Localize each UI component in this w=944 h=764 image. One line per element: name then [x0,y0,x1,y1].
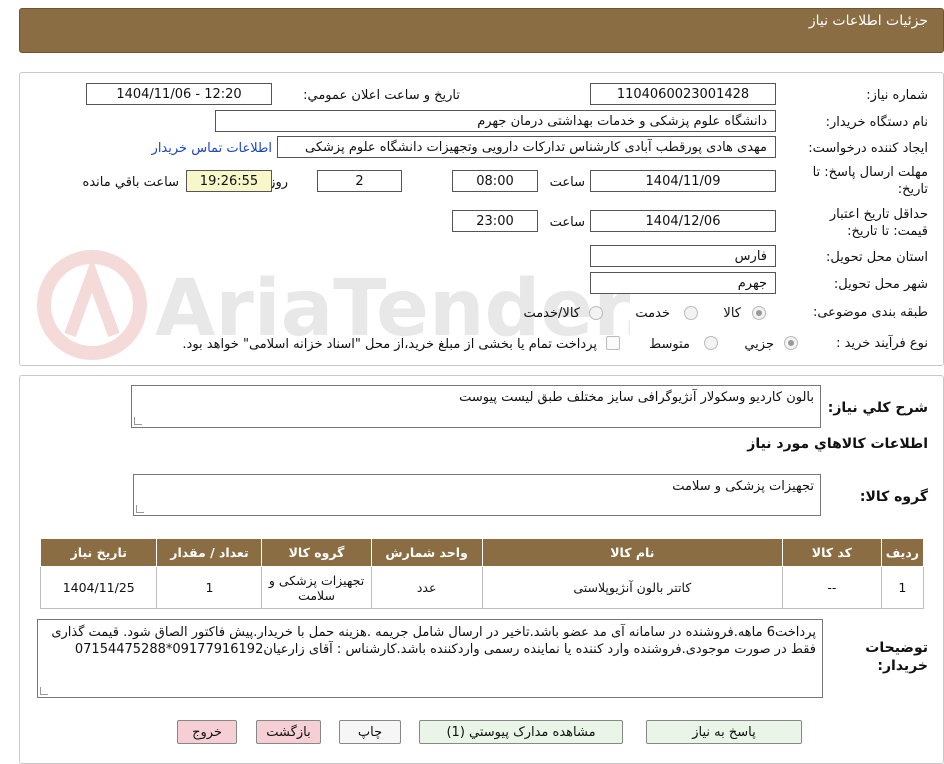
requester-field: مهدی هادی پورقطب آبادی کارشناس تدارکات د… [277,136,776,158]
col-need-date: تاریخ نیاز [39,538,158,567]
process-option-medium: متوسط [649,337,690,352]
goods-table: رديف کد کالا نام کالا واحد شمارش گروه کا… [39,538,925,609]
resize-grip-icon[interactable] [40,687,48,695]
buyer-notes-text: پرداخت6 ماهه.فروشنده در سامانه آی مد عضو… [51,625,816,657]
deadline-time-label: ساعت [549,175,585,190]
process-radio-medium[interactable] [704,336,718,350]
col-unit: واحد شمارش [370,538,483,567]
city-label: شهر محل تحویل: [833,277,928,292]
reply-to-need-button[interactable]: پاسخ به نياز [646,720,802,744]
remaining-label: ساعت باقي مانده [82,175,179,190]
process-radio-minor[interactable] [784,336,798,350]
cell-row-number: 1 [880,566,925,609]
category-radio-goods[interactable] [752,306,766,320]
exit-button[interactable]: خروج [177,720,237,744]
deadline-time-field: 08:00 [452,170,538,192]
process-label: نوع فرآیند خرید : [836,336,928,351]
remaining-time-field: 19:26:55 [186,170,272,192]
validity-time-field: 23:00 [452,210,538,232]
buyer-notes-label-line1: توضیحات [865,640,928,656]
summary-label: شرح کلي نياز: [827,400,928,416]
days-field: 2 [317,170,402,192]
province-label: استان محل تحویل: [826,250,928,265]
deadline-date-field: 1404/11/09 [590,170,776,192]
back-button[interactable]: بازگشت [256,720,321,744]
col-item-name: نام کالا [481,538,783,567]
category-option-service: خدمت [635,306,670,321]
validity-time-label: ساعت [549,215,585,230]
category-radio-goods-service[interactable] [589,306,603,320]
resize-grip-icon[interactable] [134,417,142,425]
cell-item-code: -- [781,566,882,609]
validity-date-field: 1404/12/06 [590,210,776,232]
buyer-contact-link[interactable]: اطلاعات تماس خریدار [152,141,272,157]
table-row: 1 -- کاتتر بالون آنژیوپلاستی عدد تجهیزات… [39,566,925,609]
page-title: جزئیات اطلاعات نیاز [808,13,928,29]
category-option-goods: کالا [723,306,741,321]
province-field: فارس [590,245,776,267]
goods-group-label: گروه کالا: [859,489,928,505]
goods-table-header: رديف کد کالا نام کالا واحد شمارش گروه کا… [39,538,925,567]
buyer-notes-textarea[interactable]: پرداخت6 ماهه.فروشنده در سامانه آی مد عضو… [37,619,823,698]
col-item-code: کد کالا [781,538,882,567]
requester-label: ایجاد کننده درخواست: [808,141,928,156]
summary-text: بالون کاردیو وسکولار آنژیوگرافی سایز مخت… [459,390,814,405]
cell-need-date: 1404/11/25 [39,566,158,609]
cell-unit: عدد [370,566,483,609]
print-button[interactable]: چاپ [339,720,401,744]
goods-group-textarea[interactable]: تجهیزات پزشکی و سلامت [133,474,821,516]
cell-item-group: تجهیزات پزشکی و سلامت [261,566,372,609]
announce-field: 1404/11/06 - 12:20 [86,83,272,105]
col-row-number: رديف [880,538,925,567]
cell-quantity: 1 [156,566,263,609]
treasury-payment-checkbox[interactable] [606,336,620,350]
view-attachments-button[interactable]: مشاهده مدارک پيوستي (1) [419,720,623,744]
col-quantity: تعداد / مقدار [156,538,263,567]
col-item-group: گروه کالا [261,538,372,567]
summary-textarea[interactable]: بالون کاردیو وسکولار آنژیوگرافی سایز مخت… [131,385,821,428]
category-label: طبقه بندی موضوعی: [812,305,928,320]
goods-group-text: تجهیزات پزشکی و سلامت [672,479,814,494]
treasury-payment-note: پرداخت تمام یا بخشی از مبلغ خرید،از محل … [182,337,597,352]
buyer-label: نام دستگاه خريدار: [825,115,928,130]
validity-label-line2: قیمت: تا تاریخ: [847,224,928,239]
page-header [19,8,944,53]
validity-label-line1: حداقل تاريخ اعتبار [829,207,928,222]
resize-grip-icon[interactable] [136,505,144,513]
goods-section-title: اطلاعات کالاهاي مورد نياز [747,436,928,452]
buyer-field: دانشگاه علوم پزشکی و خدمات بهداشتی درمان… [215,110,776,132]
need-number-label: شماره نیاز: [866,88,928,103]
cell-item-name: کاتتر بالون آنژیوپلاستی [481,566,783,609]
buyer-notes-label-line2: خریدار: [877,658,928,674]
announce-label: تاریخ و ساعت اعلان عمومي: [303,88,460,103]
need-number-field: 1104060023001428 [590,83,776,105]
process-option-minor: جزیي [744,337,774,352]
city-field: جهرم [590,272,776,294]
deadline-label-line2: تاریخ: [897,182,928,197]
category-option-goods-service: کالا/خدمت [523,306,580,321]
category-radio-service[interactable] [684,306,698,320]
deadline-label-line1: مهلت ارسال پاسخ: تا [812,165,928,180]
